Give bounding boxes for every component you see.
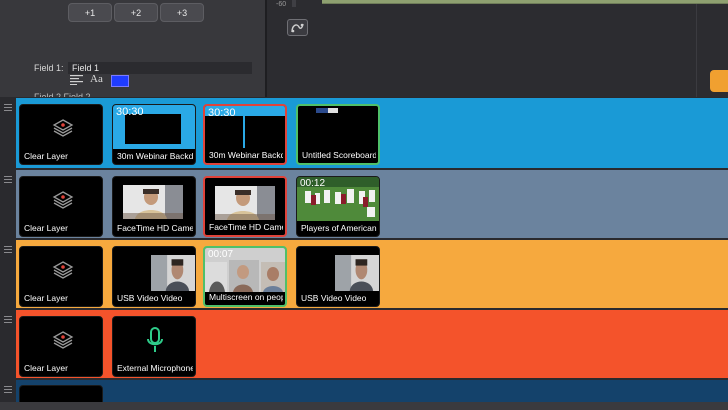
bottom-status-bar xyxy=(0,402,728,410)
tile-label: FaceTime HD Camera xyxy=(117,223,193,233)
tile-timer: 00:12 xyxy=(300,178,326,189)
layer-drag-handle[interactable] xyxy=(0,240,16,308)
grip-line xyxy=(4,319,12,320)
tile-label: 30m Webinar Backdrop xyxy=(209,150,283,160)
source-tile[interactable]: FaceTime HD Camera xyxy=(203,176,287,237)
text-color-swatch[interactable] xyxy=(111,75,129,87)
stack-icon xyxy=(52,117,74,139)
audio-meter xyxy=(292,0,296,7)
tile-label: Multiscreen on people xyxy=(209,292,283,302)
preview-strip xyxy=(322,0,728,4)
tile-label: Clear Layer xyxy=(24,223,68,233)
layer-row-1[interactable]: Clear Layer30:3030m Webinar Backdrop30:3… xyxy=(0,98,728,168)
tile-label: External Microphone xyxy=(117,363,193,373)
grip-line xyxy=(4,386,12,387)
grip-line xyxy=(4,389,12,390)
plus-one-button[interactable]: +1 xyxy=(68,3,112,22)
layer-row-4[interactable]: Clear Layer External Microphone xyxy=(0,310,728,378)
source-tile[interactable]: 30:30 30m Webinar Backdrop xyxy=(203,104,287,165)
grip-line xyxy=(4,392,12,393)
tile-timer: 00:07 xyxy=(208,249,234,260)
tile-label: Clear Layer xyxy=(24,293,68,303)
grip-line xyxy=(4,179,12,180)
source-tile[interactable]: Untitled Scoreboard xyxy=(296,104,380,165)
clear-layer-tile[interactable]: Clear Layer xyxy=(19,246,103,307)
grip-line xyxy=(4,246,12,247)
source-tile[interactable]: 00:07 Multiscreen on people xyxy=(203,246,287,307)
source-tile[interactable]: 30:30 30m Webinar Backdrop xyxy=(112,104,196,165)
field2-label: Field 2 Field 2 xyxy=(34,93,91,97)
tile-label: 30m Webinar Backdrop xyxy=(117,151,193,161)
source-tile[interactable]: FaceTime HD Camera xyxy=(112,176,196,237)
layer-drag-handle[interactable] xyxy=(0,98,16,168)
layer-drag-handle[interactable] xyxy=(0,170,16,238)
grip-line xyxy=(4,104,12,105)
source-tile[interactable]: External Microphone xyxy=(112,316,196,377)
tile-label: Clear Layer xyxy=(24,363,68,373)
panel-separator xyxy=(696,4,697,97)
source-tile[interactable]: USB Video Video xyxy=(112,246,196,307)
stack-icon xyxy=(52,329,74,351)
plus-two-button[interactable]: +2 xyxy=(114,3,158,22)
audio-scale-label: -60 xyxy=(276,1,287,8)
curve-icon xyxy=(291,23,304,33)
clear-layer-tile[interactable]: Clear Layer xyxy=(19,104,103,165)
grip-line xyxy=(4,316,12,317)
source-tile[interactable]: 00:12 Players of American Football xyxy=(296,176,380,237)
stack-icon xyxy=(52,259,74,281)
grip-line xyxy=(4,249,12,250)
stack-icon xyxy=(52,189,74,211)
audio-panel xyxy=(267,0,728,97)
plus-three-button[interactable]: +3 xyxy=(160,3,204,22)
tile-timer: 30:30 xyxy=(208,107,236,119)
tile-timer: 30:30 xyxy=(116,106,144,118)
orange-action-button[interactable] xyxy=(710,70,728,92)
tile-label: Clear Layer xyxy=(24,151,68,161)
grip-line xyxy=(4,110,12,111)
grip-line xyxy=(4,252,12,253)
grip-line xyxy=(4,182,12,183)
tile-label: FaceTime HD Camera xyxy=(209,222,283,232)
microphone-icon xyxy=(145,327,165,355)
text-align-icon[interactable] xyxy=(70,75,83,85)
grip-line xyxy=(4,322,12,323)
layer-row-3[interactable]: Clear Layer USB Video Video 00:07 Multiscre… xyxy=(0,240,728,308)
layer-drag-handle[interactable] xyxy=(0,310,16,378)
switcher-window: +1 +2 +3 Field 1: Field 1 Aa Field 2 Fie… xyxy=(0,0,728,410)
field1-label: Field 1: xyxy=(34,63,64,73)
text-properties-panel: +1 +2 +3 Field 1: Field 1 Aa Field 2 Fie… xyxy=(0,0,265,97)
font-icon[interactable]: Aa xyxy=(90,73,103,85)
layer-row-2[interactable]: Clear Layer FaceTime HD Camera FaceTime HD… xyxy=(0,170,728,238)
tile-label: Untitled Scoreboard xyxy=(302,150,376,160)
tile-label: USB Video Video xyxy=(301,293,367,303)
curve-button[interactable] xyxy=(287,19,308,36)
tile-label: USB Video Video xyxy=(117,293,183,303)
source-tile[interactable]: USB Video Video xyxy=(296,246,380,307)
clear-layer-tile[interactable]: Clear Layer xyxy=(19,316,103,377)
clear-layer-tile[interactable]: Clear Layer xyxy=(19,176,103,237)
grip-line xyxy=(4,176,12,177)
tile-label: Players of American Football xyxy=(301,223,377,233)
grip-line xyxy=(4,107,12,108)
